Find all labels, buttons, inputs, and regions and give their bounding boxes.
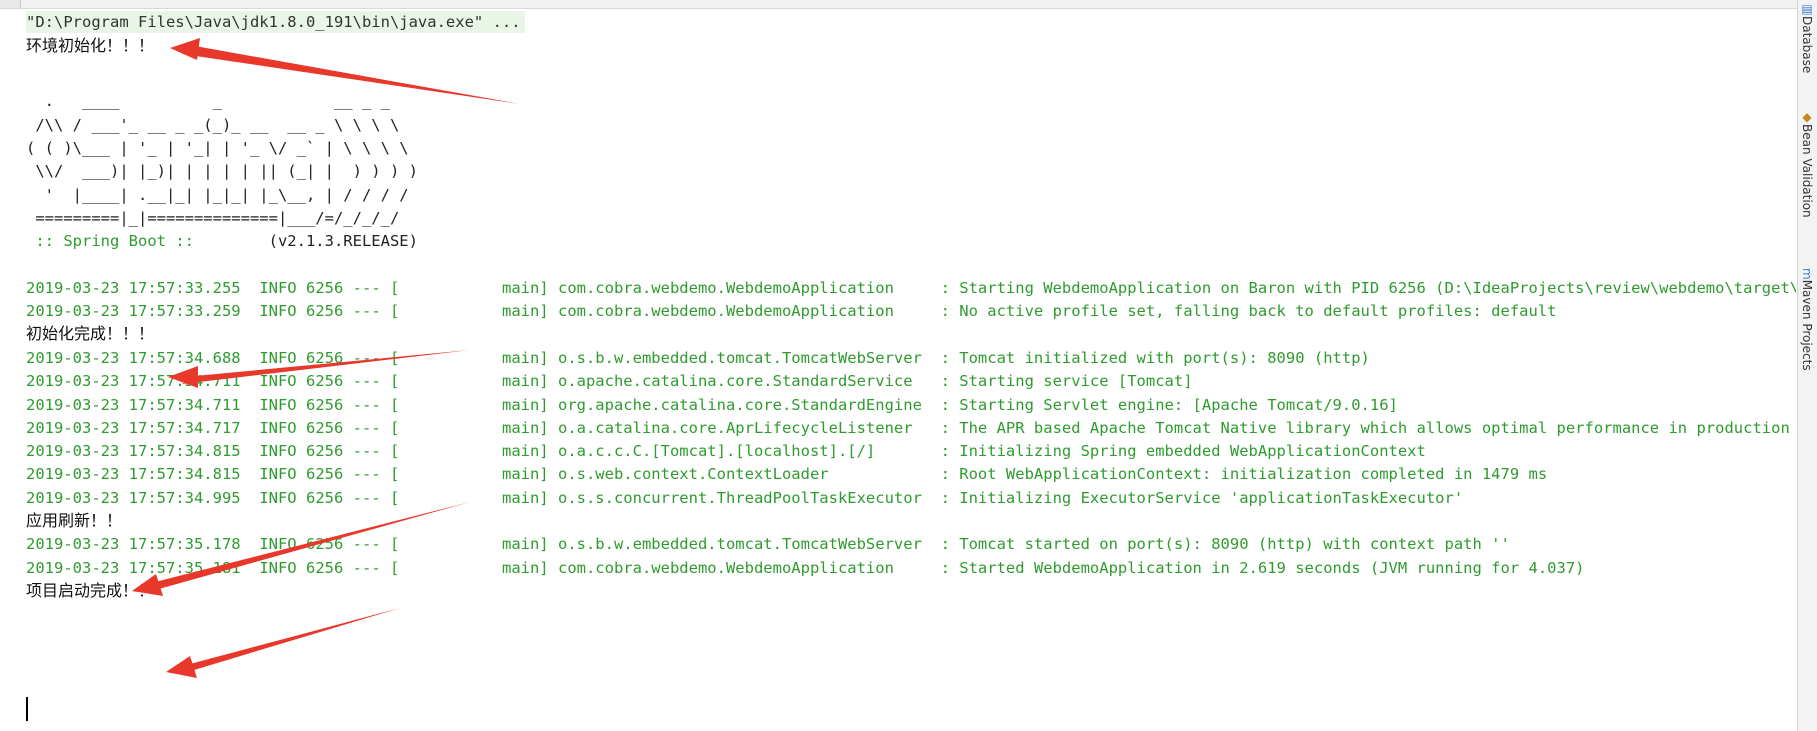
tab-database[interactable]: ▤Database: [1800, 2, 1814, 73]
right-tool-window-bar: ▤Database ◆Bean Validation mMaven Projec…: [1797, 0, 1817, 731]
side-tab-label: Maven Projects: [1800, 279, 1814, 371]
maven-icon: m: [1800, 268, 1814, 280]
side-tab-label: Database: [1800, 16, 1814, 74]
annotation-arrow: [132, 502, 470, 596]
tab-bean-validation[interactable]: ◆Bean Validation: [1800, 110, 1814, 218]
annotation-arrow: [166, 608, 400, 678]
bean-validation-icon: ◆: [1800, 110, 1814, 124]
annotation-arrow: [168, 350, 470, 388]
annotation-arrow: [170, 38, 520, 104]
database-icon: ▤: [1800, 2, 1814, 16]
annotation-arrows-layer: [132, 38, 520, 678]
tab-maven-projects[interactable]: mMaven Projects: [1800, 268, 1814, 371]
side-tab-label: Bean Validation: [1800, 124, 1814, 218]
